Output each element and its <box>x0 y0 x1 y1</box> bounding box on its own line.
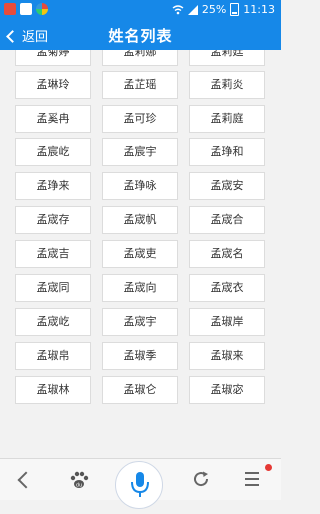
status-system: 25% 11:13 <box>172 3 275 16</box>
name-cell[interactable]: 孟宬名 <box>189 240 265 268</box>
name-cell[interactable]: 孟莉炎 <box>189 71 265 99</box>
name-cell[interactable]: 孟宬衣 <box>189 274 265 302</box>
name-cell[interactable]: 孟琡林 <box>15 376 91 404</box>
name-cell[interactable]: 孟宬合 <box>189 206 265 234</box>
signal-icon <box>187 4 198 15</box>
name-cell[interactable]: 孟宬帆 <box>102 206 178 234</box>
name-cell[interactable]: 孟宸屹 <box>15 138 91 166</box>
status-notifications <box>4 3 48 15</box>
name-cell[interactable]: 孟奚冉 <box>15 105 91 133</box>
app-header: 返回 姓名列表 <box>0 20 281 50</box>
menu-icon[interactable] <box>245 472 259 486</box>
microphone-icon <box>131 472 149 497</box>
name-row: 孟宬同 孟宬向 孟宬衣 <box>0 274 281 302</box>
notification-dot <box>265 464 272 471</box>
name-row: 孟琳玲 孟芷瑶 孟莉炎 <box>0 71 281 99</box>
name-row: 孟菊婷 孟莉娜 孟莉廷 <box>0 50 281 66</box>
name-row: 孟琤来 孟琤咏 孟宬安 <box>0 172 281 200</box>
page-title: 姓名列表 <box>108 27 173 45</box>
name-cell[interactable]: 孟宬安 <box>189 172 265 200</box>
chrome-notification-icon <box>36 3 48 15</box>
weibo-notification-icon <box>4 3 16 15</box>
name-row: 孟琡林 孟琡仑 孟琡宓 <box>0 376 281 404</box>
status-bar: 25% 11:13 <box>0 0 281 20</box>
name-cell[interactable]: 孟宸宇 <box>102 138 178 166</box>
name-cell[interactable]: 孟宬屹 <box>15 308 91 336</box>
svg-text:du: du <box>76 483 82 489</box>
name-row: 孟奚冉 孟可珍 孟莉庭 <box>0 105 281 133</box>
name-cell[interactable]: 孟宬宇 <box>102 308 178 336</box>
refresh-icon[interactable] <box>192 470 210 488</box>
name-row: 孟宸屹 孟宸宇 孟琤和 <box>0 138 281 166</box>
name-cell[interactable]: 孟可珍 <box>102 105 178 133</box>
battery-percent: 25% <box>201 3 227 16</box>
name-cell[interactable]: 孟琡来 <box>189 342 265 370</box>
name-cell[interactable]: 孟莉娜 <box>102 50 178 66</box>
name-cell[interactable]: 孟宬吉 <box>15 240 91 268</box>
wifi-icon <box>172 4 184 14</box>
voice-search-button[interactable] <box>115 461 163 509</box>
name-row: 孟琡帛 孟琡季 孟琡来 <box>0 342 281 370</box>
app-notification-icon <box>20 3 32 15</box>
chevron-left-icon[interactable] <box>17 471 35 489</box>
name-cell[interactable]: 孟琡仑 <box>102 376 178 404</box>
battery-icon <box>230 3 240 16</box>
name-cell[interactable]: 孟琡季 <box>102 342 178 370</box>
name-cell[interactable]: 孟菊婷 <box>15 50 91 66</box>
name-grid: 孟菊婷 孟莉娜 孟莉廷 孟琳玲 孟芷瑶 孟莉炎 孟奚冉 孟可珍 孟莉庭 孟宸屹 … <box>0 50 281 458</box>
name-cell[interactable]: 孟琡帛 <box>15 342 91 370</box>
name-cell[interactable]: 孟莉庭 <box>189 105 265 133</box>
name-cell[interactable]: 孟宬同 <box>15 274 91 302</box>
name-cell[interactable]: 孟琡宓 <box>189 376 265 404</box>
name-cell[interactable]: 孟宬存 <box>15 206 91 234</box>
name-row: 孟宬屹 孟宬宇 孟琡岸 <box>0 308 281 336</box>
name-cell[interactable]: 孟莉廷 <box>189 50 265 66</box>
name-cell[interactable]: 孟宬向 <box>102 274 178 302</box>
name-cell[interactable]: 孟琳玲 <box>15 71 91 99</box>
name-cell[interactable]: 孟琤和 <box>189 138 265 166</box>
name-row: 孟宬吉 孟宬吏 孟宬名 <box>0 240 281 268</box>
name-row: 孟宬存 孟宬帆 孟宬合 <box>0 206 281 234</box>
name-cell[interactable]: 孟琤来 <box>15 172 91 200</box>
name-cell[interactable]: 孟宬吏 <box>102 240 178 268</box>
name-cell[interactable]: 孟琡岸 <box>189 308 265 336</box>
clock: 11:13 <box>243 3 275 16</box>
name-cell[interactable]: 孟芷瑶 <box>102 71 178 99</box>
paw-icon[interactable]: du <box>68 469 90 491</box>
browser-toolbar: du <box>0 458 281 509</box>
name-cell[interactable]: 孟琤咏 <box>102 172 178 200</box>
